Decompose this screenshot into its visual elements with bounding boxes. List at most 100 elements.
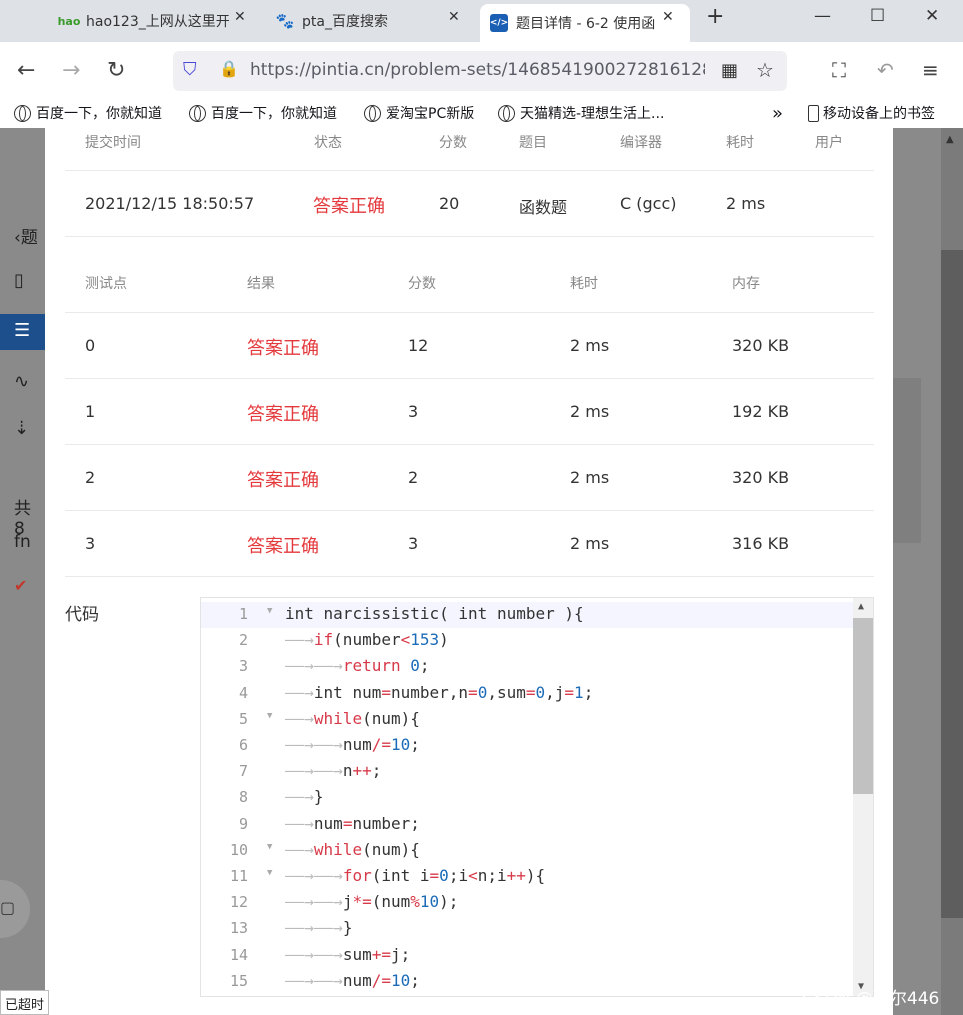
shield-icon[interactable]: ⛉ [183, 59, 197, 80]
crop-screenshot-icon[interactable]: ⛶ [832, 58, 846, 82]
line-number: 2 [238, 631, 248, 650]
test-result: 答案正确 [247, 536, 319, 557]
floating-action-button[interactable]: ▢ [0, 880, 30, 938]
qr-code-icon[interactable]: ▦ [721, 60, 738, 81]
code-line[interactable]: 9 ——→num=number; [201, 812, 853, 838]
star-bookmark-icon[interactable]: ☆ [756, 58, 774, 82]
right-panel-dimmed [893, 128, 941, 1015]
pulse-icon[interactable]: ∿ [14, 371, 29, 392]
close-tab-icon[interactable]: ✕ [234, 9, 246, 25]
header-test-case: 测试点 [85, 276, 127, 292]
maximize-icon[interactable]: ☐ [870, 6, 885, 26]
code-text: ——→——→j*=(num%10); [285, 892, 459, 912]
code-text: ——→——→num/=10; [285, 735, 420, 754]
book-icon[interactable]: ▯ [14, 270, 24, 291]
globe-icon [498, 104, 515, 122]
sidebar-active-item[interactable]: ☰ [0, 314, 45, 350]
code-line[interactable]: 13 ——→——→} [201, 916, 853, 942]
code-text: int narcissistic( int number ){ [285, 604, 584, 623]
tab-baidu-search[interactable]: 🐾 pta_百度搜索 [276, 0, 466, 42]
lock-icon[interactable]: 🔒 [219, 59, 239, 78]
line-number: 9 [238, 814, 248, 833]
mobile-bookmarks[interactable]: 移动设备上的书签 [808, 103, 935, 123]
header-problem: 题目 [519, 135, 547, 151]
code-line[interactable]: 2 ——→if(number<153) [201, 628, 853, 654]
code-line[interactable]: 5 ▼ ——→while(num){ [201, 707, 853, 733]
more-bookmarks-icon[interactable]: » [772, 103, 783, 124]
test-row: 1 答案正确 3 2 ms 192 KB [65, 379, 874, 445]
submission-detail-modal: 提交时间 状态 分数 题目 编译器 耗时 用户 2021/12/15 18:50… [45, 128, 893, 1015]
header-score: 分数 [439, 135, 467, 151]
fold-arrow-icon[interactable]: ▼ [267, 711, 272, 721]
code-line[interactable]: 3 ——→——→return 0; [201, 654, 853, 680]
bookmark-label: 爱淘宝PC新版 [386, 106, 475, 122]
test-memory: 316 KB [732, 534, 790, 553]
back-link[interactable]: ‹题 [14, 223, 38, 248]
minimize-icon[interactable]: — [814, 6, 831, 26]
tab-problem-detail[interactable]: </> 题目详情 - 6-2 使用函 [480, 4, 690, 42]
editor-scroll-up-icon[interactable]: ▲ [858, 601, 864, 612]
line-number: 6 [238, 736, 248, 754]
fold-arrow-icon[interactable]: ▼ [267, 842, 272, 852]
test-memory: 320 KB [732, 336, 790, 355]
code-line[interactable]: 8 ——→} [201, 785, 853, 811]
new-tab-icon[interactable]: + [706, 4, 724, 29]
code-text: ——→num=number; [285, 813, 420, 833]
code-line[interactable]: 10 ▼ ——→while(num){ [201, 838, 853, 864]
code-line[interactable]: 6 ——→——→num/=10; [201, 733, 853, 759]
scroll-up-icon[interactable]: ▲ [946, 134, 954, 145]
test-memory: 192 KB [732, 402, 790, 421]
code-text: ——→——→return 0; [285, 656, 430, 676]
elapsed-value: 2 ms [726, 194, 766, 213]
line-number: 1 [238, 605, 248, 623]
mobile-bookmarks-label: 移动设备上的书签 [823, 106, 935, 122]
test-case-id: 2 [85, 468, 96, 487]
menu-icon[interactable]: ≡ [922, 58, 939, 82]
line-number: 13 [229, 919, 248, 938]
code-line[interactable]: 12 ——→——→j*=(num%10); [201, 890, 853, 916]
line-number: 3 [238, 657, 248, 676]
url-text[interactable]: https://pintia.cn/problem-sets/146854190… [250, 60, 705, 80]
fold-arrow-icon[interactable]: ▼ [267, 868, 272, 878]
code-line[interactable]: 14 ——→——→sum+=j; [201, 943, 853, 969]
reload-icon[interactable]: ↻ [107, 58, 125, 83]
window-close-icon[interactable]: ✕ [925, 6, 939, 26]
close-tab-icon[interactable]: ✕ [448, 9, 460, 25]
bookmarks-bar: 百度一下，你就知道 百度一下，你就知道 爱淘宝PC新版 天猫精选-理想生活上..… [0, 100, 963, 128]
sort-icon[interactable]: ⇣ [14, 418, 29, 439]
code-text: ——→if(number<153) [285, 630, 449, 650]
close-tab-icon[interactable]: ✕ [662, 9, 674, 25]
hao123-icon: hao [57, 14, 81, 28]
address-bar[interactable]: ⛉ 🔒 https://pintia.cn/problem-sets/14685… [173, 51, 787, 91]
code-line[interactable]: 7 ——→——→n++; [201, 759, 853, 785]
test-row: 3 答案正确 3 2 ms 316 KB [65, 511, 874, 577]
back-arrow-icon[interactable]: ← [17, 58, 35, 83]
line-number: 12 [229, 893, 248, 912]
code-line[interactable]: 1 ▼ int narcissistic( int number ){ [201, 602, 853, 628]
test-result: 答案正确 [247, 404, 319, 425]
editor-scrollbar-thumb[interactable] [853, 618, 873, 794]
tab-bar: hao hao123_上网从这里开 ✕ 🐾 pta_百度搜索 ✕ </> 题目详… [0, 0, 963, 42]
bookmark-item[interactable]: 百度一下，你就知道 [14, 103, 162, 123]
code-line[interactable]: 4 ——→int num=number,n=0,sum=0,j=1; [201, 681, 853, 707]
bookmark-item[interactable]: 爱淘宝PC新版 [364, 103, 474, 123]
code-text: ——→——→n++; [285, 761, 382, 781]
undo-icon[interactable]: ↶ [877, 58, 894, 82]
forward-arrow-icon[interactable]: → [62, 58, 80, 83]
globe-icon [189, 104, 206, 122]
code-editor[interactable]: ▲ ▼ 1 ▼ int narcissistic( int number ){ 2 ——… [200, 597, 874, 997]
fold-arrow-icon[interactable]: ▼ [267, 606, 272, 616]
tab-hao123[interactable]: hao hao123_上网从这里开 [57, 0, 250, 42]
bookmark-item[interactable]: 百度一下，你就知道 [189, 103, 337, 123]
submit-time: 2021/12/15 18:50:57 [85, 194, 255, 213]
line-number: 14 [229, 945, 248, 964]
list-icon: ☰ [14, 320, 31, 341]
score-value: 20 [439, 194, 460, 213]
function-label: fn [14, 532, 31, 552]
code-line[interactable]: 15 ——→——→num/=10; [201, 969, 853, 995]
code-text: ——→while(num){ [285, 708, 420, 728]
problem-type: 函数题 [519, 198, 568, 217]
code-line[interactable]: 11 ▼ ——→——→for(int i=0;i<n;i++){ [201, 864, 853, 890]
page-scrollbar-thumb[interactable] [941, 250, 963, 918]
bookmark-item[interactable]: 天猫精选-理想生活上... [498, 103, 664, 123]
